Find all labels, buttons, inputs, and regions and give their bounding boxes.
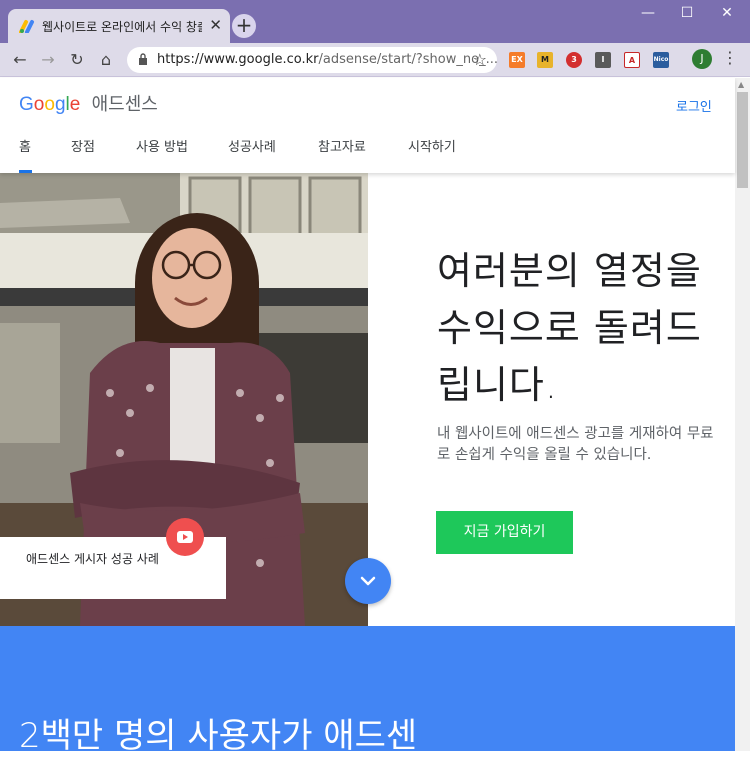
site-header: Google 애드센스 로그인 홈 장점 사용 방법 성공사례 참고자료 시작하…: [0, 78, 735, 173]
google-wordmark: G: [19, 94, 34, 115]
url-host: https://www.google.co.kr: [157, 52, 319, 67]
forward-icon[interactable]: →: [38, 50, 58, 70]
minimize-icon[interactable]: —: [638, 5, 658, 21]
browser-menu-icon[interactable]: ⋮: [722, 48, 738, 67]
play-video-button[interactable]: [166, 518, 204, 556]
chevron-down-icon: [360, 576, 376, 586]
users-section: 2백만 명의 사용자가 애드센: [0, 626, 735, 756]
i-extension-icon[interactable]: I: [595, 52, 611, 68]
nav-benefits[interactable]: 장점: [71, 136, 95, 173]
users-section-title: 2백만 명의 사용자가 애드센: [19, 716, 418, 756]
nico-extension-icon[interactable]: Nico: [653, 52, 669, 68]
address-bar[interactable]: https://www.google.co.kr/adsense/start/?…: [127, 47, 498, 73]
profile-avatar[interactable]: J: [692, 49, 712, 69]
hero-description: 내 웹사이트에 애드센스 광고를 게재하여 무료로 손쉽게 수익을 올릴 수 있…: [437, 426, 714, 463]
new-tab-button[interactable]: +: [232, 14, 256, 38]
product-name: 애드센스: [91, 94, 158, 114]
nav-success-stories[interactable]: 성공사례: [228, 136, 276, 173]
bookmark-star-icon[interactable]: ☆: [473, 50, 487, 69]
nav-how-it-works[interactable]: 사용 방법: [136, 136, 188, 173]
scroll-up-arrow-icon[interactable]: ▲: [738, 80, 744, 89]
nav-resources[interactable]: 참고자료: [318, 136, 366, 173]
adsense-favicon-icon: [19, 20, 34, 33]
reload-icon[interactable]: ↻: [67, 50, 87, 70]
scroll-thumb[interactable]: [737, 92, 748, 188]
browser-titlebar: 웹사이트로 온라인에서 수익 창출 ✕ + — ☐ ✕: [0, 0, 750, 43]
url-path: /adsense/start/?show_no_...: [318, 52, 498, 67]
nav-get-started[interactable]: 시작하기: [408, 136, 456, 173]
signup-button[interactable]: 지금 가입하기: [436, 511, 573, 554]
page-scrollbar[interactable]: ▲: [735, 78, 750, 751]
scroll-down-button[interactable]: [345, 558, 391, 604]
nav-home[interactable]: 홈: [19, 136, 32, 173]
hero-title: 여러분의 열정을 수익으로 돌려드립니다.: [437, 249, 702, 407]
tab-close-icon[interactable]: ✕: [209, 16, 222, 34]
pdf-extension-icon[interactable]: A: [624, 52, 640, 68]
lock-icon: [139, 53, 147, 65]
adsense-logo[interactable]: Google 애드센스: [19, 90, 158, 116]
browser-tab[interactable]: 웹사이트로 온라인에서 수익 창출 ✕: [8, 9, 230, 43]
login-link[interactable]: 로그인: [676, 96, 712, 115]
success-story-caption: 애드센스 게시자 성공 사례: [26, 552, 159, 566]
tab-title: 웹사이트로 온라인에서 수익 창출: [42, 20, 202, 34]
opera-extension-icon[interactable]: 3: [566, 52, 582, 68]
window-close-icon[interactable]: ✕: [717, 5, 737, 21]
m-extension-icon[interactable]: M: [537, 52, 553, 68]
browser-toolbar: ← → ↻ ⌂ https://www.google.co.kr/adsense…: [0, 43, 750, 77]
back-icon[interactable]: ←: [10, 50, 30, 70]
youtube-play-icon: [177, 531, 193, 543]
maximize-icon[interactable]: ☐: [677, 5, 697, 21]
url-text: https://www.google.co.kr/adsense/start/?…: [157, 52, 498, 67]
ex-extension-icon[interactable]: EX: [509, 52, 525, 68]
home-icon[interactable]: ⌂: [96, 50, 116, 70]
